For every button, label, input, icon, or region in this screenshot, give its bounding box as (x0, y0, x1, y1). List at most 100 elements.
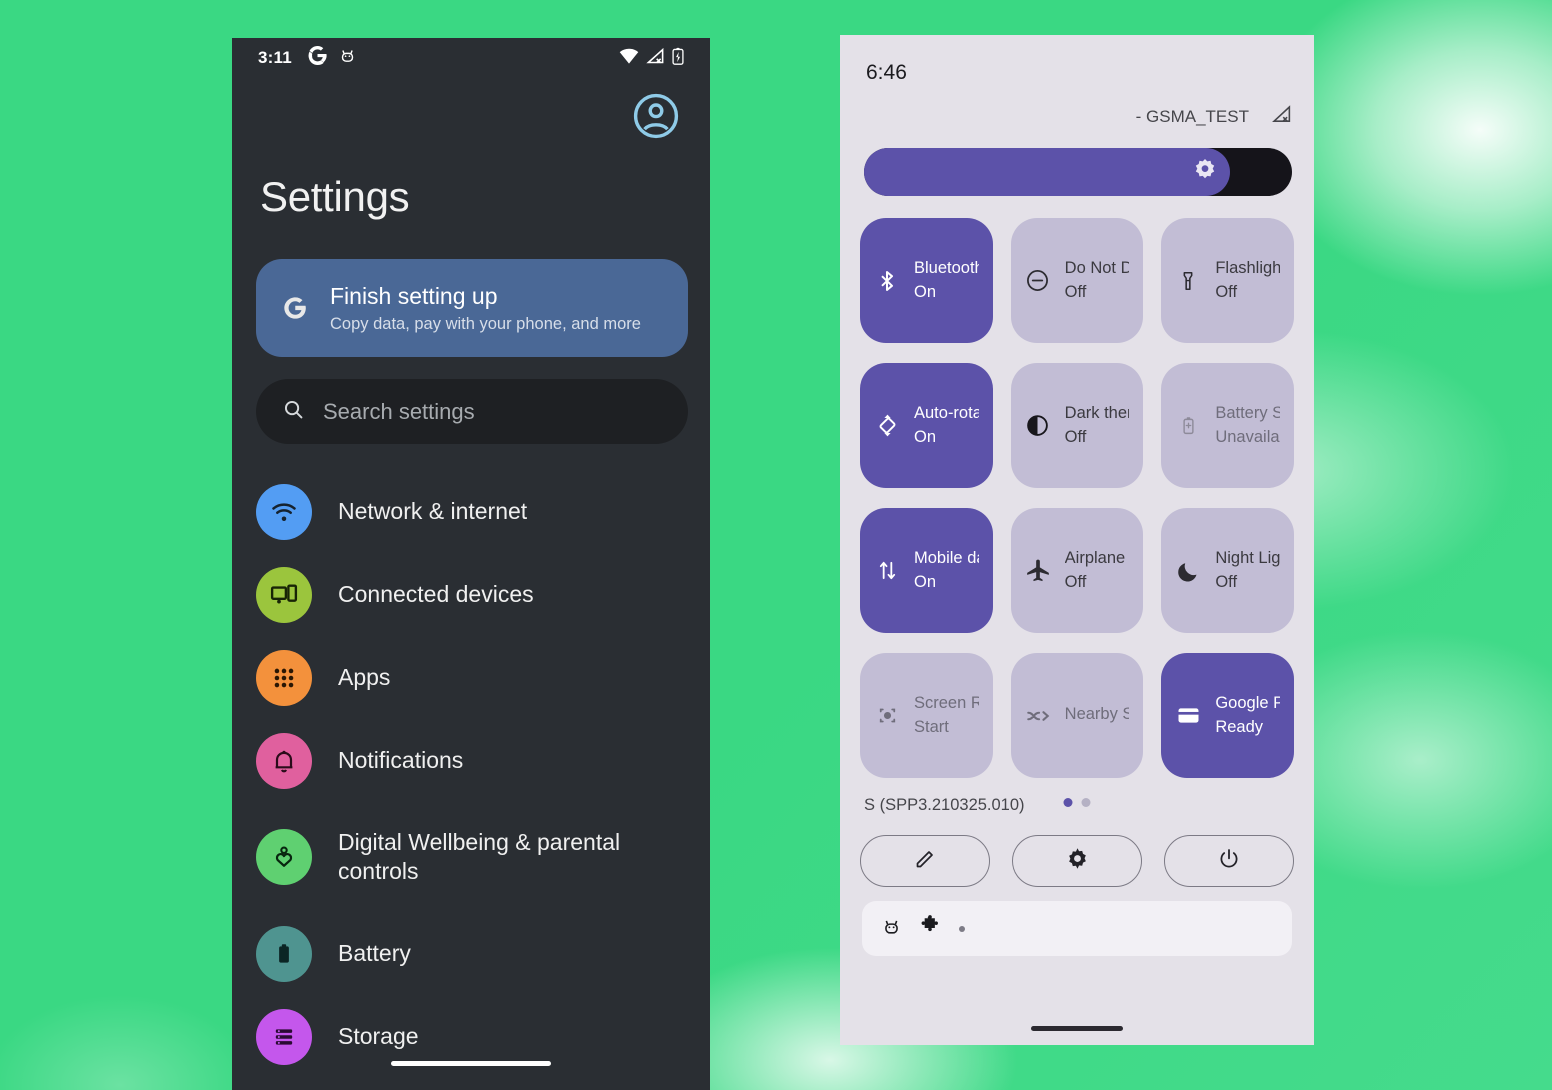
tile-label: Dark theme (1064, 404, 1130, 423)
gear-icon (1065, 846, 1090, 876)
finish-card-title: Finish setting up (330, 282, 498, 309)
sidebar-item-notifications[interactable]: Notifications (232, 719, 710, 802)
tile-state: Off (1215, 572, 1238, 591)
sidebar-item-connected-devices[interactable]: Connected devices (232, 553, 710, 636)
footer-buttons (840, 815, 1314, 887)
tile-state: Off (1064, 427, 1087, 446)
edit-tiles-button[interactable] (860, 835, 990, 887)
pencil-icon (913, 847, 937, 876)
tile-night-light[interactable]: Night Light Off (1161, 508, 1294, 633)
tile-auto-rotate[interactable]: Auto-rotate On (860, 363, 993, 488)
tile-label: Night Light (1215, 549, 1280, 568)
google-g-icon (278, 291, 312, 325)
cellular-no-signal-icon (646, 47, 665, 69)
nearby-share-icon (1025, 703, 1051, 729)
page-dot-inactive[interactable] (1081, 798, 1091, 807)
tile-label: Google Pay (1215, 694, 1280, 713)
status-bar: 3:11 (232, 38, 710, 78)
google-g-icon (308, 46, 327, 70)
tile-battery-saver[interactable]: Battery Saver Unavailable (1161, 363, 1294, 488)
settings-button[interactable] (1012, 835, 1142, 887)
account-avatar-icon (633, 93, 679, 139)
status-bar: 6:46 (840, 35, 1314, 85)
airplane-icon (1025, 558, 1051, 584)
heart-person-icon (256, 829, 312, 885)
tile-label: Battery Saver (1215, 404, 1280, 423)
tile-state: Off (1064, 572, 1087, 591)
sidebar-item-label: Storage (338, 1023, 419, 1050)
carrier-row: - GSMA_TEST (840, 85, 1314, 128)
battery-charging-icon (672, 47, 684, 70)
sidebar-item-label: Apps (338, 664, 391, 691)
settings-phone-screen: 3:11 Settings Finish setting up Copy dat… (232, 38, 710, 1090)
tile-state: Ready (1215, 717, 1264, 736)
mobile-data-icon (874, 558, 900, 584)
do-not-disturb-icon (1025, 268, 1051, 294)
tile-state: Off (1064, 282, 1087, 301)
account-avatar[interactable] (632, 92, 680, 145)
carrier-label: - GSMA_TEST (1135, 106, 1249, 126)
power-button[interactable] (1164, 835, 1294, 887)
tile-nearby-share[interactable]: Nearby Share (1010, 653, 1144, 778)
sidebar-item-label: Digital Wellbeing & parental controls (338, 829, 621, 884)
search-input[interactable]: Search settings (323, 399, 475, 425)
tile-label: Do Not Disturb (1064, 259, 1130, 278)
tile-state: Unavailable (1215, 427, 1280, 446)
tile-mobile-data[interactable]: Mobile data On (860, 508, 993, 633)
sidebar-item-label: Connected devices (338, 581, 534, 608)
battery-saver-icon (1175, 413, 1201, 439)
tile-state: Start (914, 717, 949, 736)
quick-settings-phone-screen: 6:46 - GSMA_TEST Bluetooth On Do Not D O… (840, 35, 1314, 1045)
tile-google-pay[interactable]: Google Pay Ready (1161, 653, 1294, 778)
tile-state: On (914, 572, 937, 591)
quick-settings-tiles: Bluetooth On Do Not Disturb Off Flashlig… (840, 196, 1314, 778)
moon-icon (1175, 558, 1201, 584)
wifi-icon (619, 48, 639, 69)
screen-record-icon (874, 703, 900, 729)
puzzle-piece-icon (919, 915, 941, 942)
apps-grid-icon (256, 649, 312, 706)
notification-shelf[interactable] (862, 901, 1292, 956)
sidebar-item-apps[interactable]: Apps (232, 636, 710, 719)
tile-bluetooth[interactable]: Bluetooth On (860, 218, 993, 343)
credit-card-icon (1175, 703, 1201, 729)
sidebar-item-digital-wellbeing[interactable]: Digital Wellbeing & parental controls (232, 802, 710, 912)
finish-setting-up-card[interactable]: Finish setting up Copy data, pay with yo… (256, 259, 688, 357)
more-notifications-dot (959, 925, 965, 932)
dark-theme-icon (1025, 413, 1051, 439)
battery-icon (256, 925, 312, 982)
settings-list: Network & internet Connected devices App… (232, 470, 710, 1078)
android-head-icon (339, 47, 356, 69)
devices-icon (256, 566, 312, 623)
tile-dark-theme[interactable]: Dark theme Off (1010, 363, 1144, 488)
bluetooth-icon (874, 268, 900, 294)
page-dot-active[interactable] (1063, 798, 1073, 807)
search-icon (282, 398, 305, 426)
gesture-home-bar[interactable] (391, 1061, 551, 1066)
tile-state: On (914, 427, 937, 446)
tile-screen-record[interactable]: Screen Record Start (860, 653, 993, 778)
sidebar-item-label: Network & internet (338, 498, 528, 525)
tile-state: On (914, 282, 937, 301)
sidebar-item-label: Notifications (338, 747, 464, 774)
sidebar-item-battery[interactable]: Battery (232, 912, 710, 995)
tile-label: Auto-rotate (914, 404, 979, 423)
brightness-slider[interactable] (840, 128, 1314, 196)
status-bar-time: 3:11 (258, 48, 292, 67)
tile-label: Flashlight (1215, 259, 1280, 278)
power-icon (1217, 847, 1241, 876)
search-settings-bar[interactable]: Search settings (256, 379, 688, 444)
tile-label: Airplane mode (1064, 549, 1130, 568)
page-title: Settings (260, 173, 410, 220)
bell-icon (256, 732, 312, 789)
tile-label: Mobile data (914, 549, 979, 568)
gesture-home-bar[interactable] (1031, 1026, 1123, 1031)
cellular-no-signal-icon (1271, 105, 1292, 128)
sidebar-item-network-internet[interactable]: Network & internet (232, 470, 710, 553)
tile-state: Off (1215, 282, 1238, 301)
storage-list-icon (256, 1008, 312, 1065)
tile-do-not-disturb[interactable]: Do Not Disturb Off (1010, 218, 1144, 343)
brightness-icon (1192, 157, 1218, 188)
tile-flashlight[interactable]: Flashlight Off (1161, 218, 1294, 343)
tile-airplane-mode[interactable]: Airplane mode Off (1010, 508, 1144, 633)
